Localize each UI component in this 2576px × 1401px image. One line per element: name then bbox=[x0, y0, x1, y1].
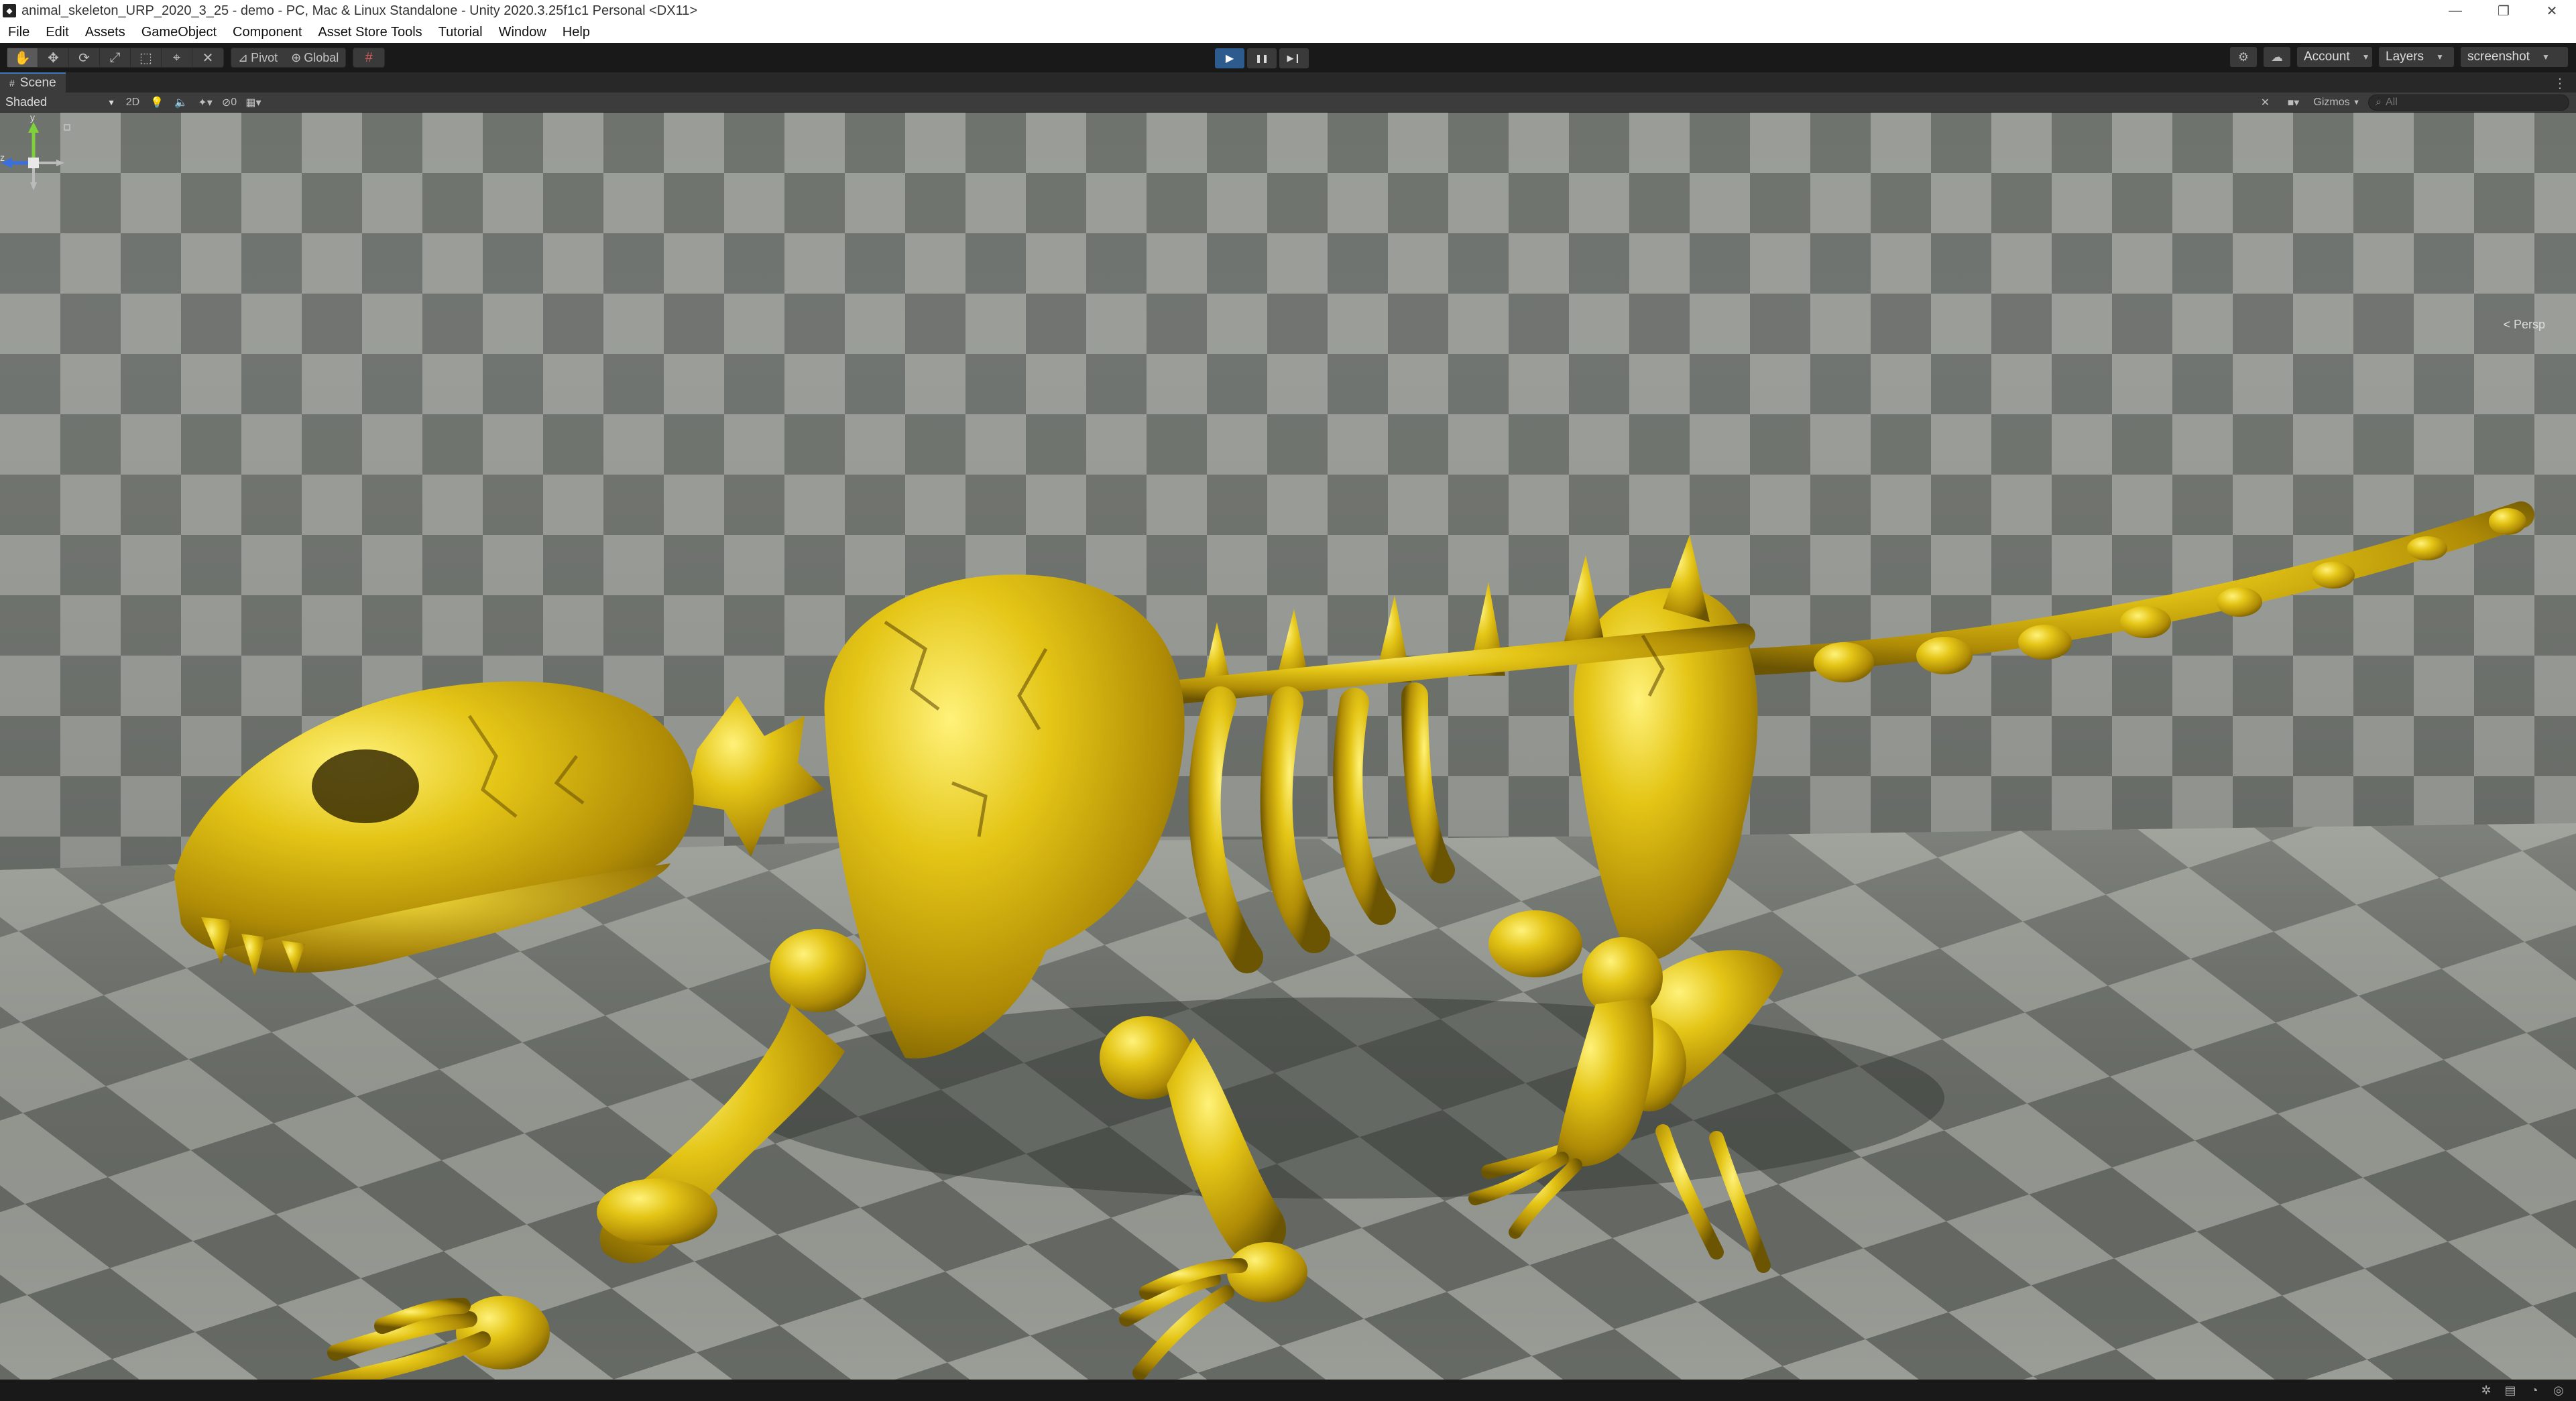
audio-toggle-icon[interactable]: 🔈 bbox=[169, 94, 193, 111]
hidden-count: 0 bbox=[231, 96, 237, 108]
transform-tools: ✋ ✥ ⟳ ⤢ ⬚ ⌖ ✕ bbox=[7, 48, 224, 68]
layers-label: Layers bbox=[2386, 50, 2424, 64]
menu-file[interactable]: File bbox=[0, 21, 38, 43]
layout-label: screenshot bbox=[2467, 50, 2530, 64]
step-icon: ▶❙ bbox=[1287, 53, 1301, 63]
chevron-down-icon: ▼ bbox=[2436, 52, 2444, 62]
search-input[interactable] bbox=[2385, 97, 2546, 109]
status-bar: ✲ ▤ ◔ ◎ bbox=[0, 1380, 2576, 1401]
window-title-bar: ◆ animal_skeleton_URP_2020_3_25 - demo -… bbox=[0, 0, 2576, 21]
menu-help[interactable]: Help bbox=[554, 21, 598, 43]
unity-icon: ◆ bbox=[3, 4, 16, 17]
minimize-icon[interactable]: — bbox=[2431, 0, 2479, 21]
tools-icon[interactable]: ✕ bbox=[2253, 94, 2277, 111]
grid-snap-group: # bbox=[353, 48, 386, 68]
menu-tutorial[interactable]: Tutorial bbox=[430, 21, 491, 43]
chevron-down-icon: ▼ bbox=[2361, 52, 2370, 62]
global-toggle[interactable]: ⊕ Global bbox=[284, 48, 345, 67]
account-label: Account bbox=[2304, 50, 2350, 64]
services-icon[interactable]: ⚙ bbox=[2230, 47, 2257, 67]
scene-toolbar-right: ✕ ■▾ Gizmos ▼ ⌕ bbox=[2253, 94, 2569, 111]
scene-search[interactable]: ⌕ bbox=[2368, 95, 2569, 111]
mode-2d-label: 2D bbox=[125, 96, 140, 108]
menu-gameobject[interactable]: GameObject bbox=[133, 21, 225, 43]
chevron-down-icon: ▼ bbox=[2353, 99, 2360, 107]
pivot-toggle[interactable]: ⊿ Pivot bbox=[231, 48, 284, 67]
shading-mode-dropdown[interactable]: Shaded ▼ bbox=[0, 94, 121, 111]
window-title: animal_skeleton_URP_2020_3_25 - demo - P… bbox=[21, 3, 698, 18]
scene-tab-icon: # bbox=[9, 78, 15, 88]
auto-refresh-icon[interactable]: ◎ bbox=[2551, 1382, 2567, 1398]
tab-scene[interactable]: # Scene bbox=[0, 72, 66, 93]
rect-tool-icon[interactable]: ⬚ bbox=[131, 48, 162, 67]
kebab-menu-icon[interactable]: ⋮ bbox=[2553, 75, 2567, 92]
transform-tool-icon[interactable]: ⌖ bbox=[162, 48, 192, 67]
toggle-2d-button[interactable]: 2D bbox=[121, 94, 145, 111]
scene-toolbar: Shaded ▼ 2D 💡 🔈 ✦▾ ⊘ 0 ▦▾ ✕ ■▾ Gizmos ▼ ⌕ bbox=[0, 93, 2576, 113]
projection-label[interactable]: < Persp bbox=[2503, 318, 2545, 332]
window-controls: — ❐ ✕ bbox=[2431, 0, 2576, 21]
gizmos-label: Gizmos bbox=[2313, 97, 2350, 108]
cache-icon[interactable]: ▤ bbox=[2502, 1382, 2518, 1398]
globe-icon: ⊕ bbox=[291, 50, 302, 64]
lighting-toggle-icon[interactable]: 💡 bbox=[145, 94, 169, 111]
step-button[interactable]: ▶❙ bbox=[1279, 48, 1309, 68]
play-controls: ▶ ❚❚ ▶❙ bbox=[1215, 48, 1309, 68]
gizmos-dropdown[interactable]: Gizmos ▼ bbox=[2309, 94, 2364, 111]
chevron-down-icon: ▼ bbox=[107, 97, 115, 107]
account-dropdown[interactable]: Account ▼ bbox=[2297, 47, 2372, 67]
restore-icon[interactable]: ❐ bbox=[2479, 0, 2528, 21]
toolbar-right: ⚙ ☁ Account ▼ Layers ▼ screenshot ▼ bbox=[2230, 47, 2568, 67]
play-button[interactable]: ▶ bbox=[1215, 48, 1244, 68]
pivot-icon: ⊿ bbox=[238, 50, 249, 64]
lock-icon[interactable] bbox=[64, 124, 70, 131]
pivot-global-group: ⊿ Pivot ⊕ Global bbox=[231, 48, 347, 68]
pause-button[interactable]: ❚❚ bbox=[1247, 48, 1277, 68]
layout-dropdown[interactable]: screenshot ▼ bbox=[2461, 47, 2568, 67]
axis-y-label: y bbox=[30, 113, 35, 123]
custom-tool-icon[interactable]: ✕ bbox=[192, 48, 223, 67]
grid-toggle-icon[interactable]: ▦▾ bbox=[241, 94, 266, 111]
shading-mode-label: Shaded bbox=[5, 95, 48, 109]
effects-toggle-icon[interactable]: ✦▾ bbox=[193, 94, 217, 111]
menu-asset-store-tools[interactable]: Asset Store Tools bbox=[310, 21, 430, 43]
scale-tool-icon[interactable]: ⤢ bbox=[100, 48, 131, 67]
hidden-objects-toggle[interactable]: ⊘ 0 bbox=[217, 94, 241, 111]
search-icon: ⌕ bbox=[2376, 97, 2382, 108]
progress-icon[interactable]: ◔ bbox=[2526, 1382, 2542, 1398]
grid-snap-icon[interactable]: # bbox=[353, 48, 384, 67]
axis-z-label: z bbox=[0, 152, 5, 163]
bug-icon[interactable]: ✲ bbox=[2478, 1382, 2494, 1398]
orientation-gizmo[interactable]: y z bbox=[0, 113, 74, 213]
global-label: Global bbox=[304, 50, 339, 64]
hand-tool-icon[interactable]: ✋ bbox=[7, 48, 38, 67]
pivot-label: Pivot bbox=[251, 50, 278, 64]
eye-off-icon: ⊘ bbox=[221, 97, 231, 109]
move-tool-icon[interactable]: ✥ bbox=[38, 48, 69, 67]
scene-tab-label: Scene bbox=[19, 76, 56, 90]
scene-tab-row: # Scene ⋮ bbox=[0, 72, 2576, 93]
close-icon[interactable]: ✕ bbox=[2528, 0, 2576, 21]
scene-render bbox=[0, 113, 2576, 1380]
pause-icon: ❚❚ bbox=[1254, 54, 1269, 63]
menu-bar: File Edit Assets GameObject Component As… bbox=[0, 21, 2576, 43]
chevron-down-icon: ▼ bbox=[2541, 52, 2550, 62]
scene-viewport[interactable]: y z < Persp bbox=[0, 113, 2576, 1380]
menu-component[interactable]: Component bbox=[225, 21, 310, 43]
layers-dropdown[interactable]: Layers ▼ bbox=[2379, 47, 2454, 67]
menu-window[interactable]: Window bbox=[491, 21, 554, 43]
rotate-tool-icon[interactable]: ⟳ bbox=[69, 48, 100, 67]
play-icon: ▶ bbox=[1225, 53, 1234, 64]
menu-assets[interactable]: Assets bbox=[77, 21, 133, 43]
camera-icon[interactable]: ■▾ bbox=[2281, 94, 2305, 111]
cloud-icon[interactable]: ☁ bbox=[2264, 47, 2290, 67]
menu-edit[interactable]: Edit bbox=[38, 21, 76, 43]
